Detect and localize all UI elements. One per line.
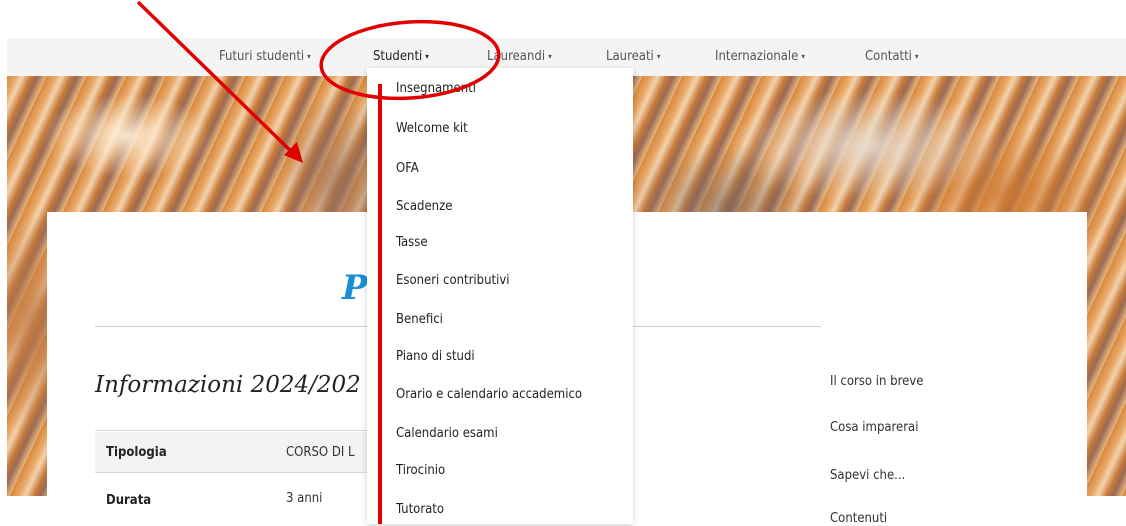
menu-item-tasse[interactable]: Tasse	[396, 235, 428, 250]
top-band	[0, 0, 1126, 38]
nav-label: Futuri studenti	[219, 49, 305, 64]
nav-label: Contatti	[865, 49, 912, 64]
menu-item-tirocinio[interactable]: Tirocinio	[396, 463, 445, 478]
nav-contatti[interactable]: Contatti ▾	[865, 38, 919, 76]
info-divider	[95, 472, 395, 473]
nav-label: Laureandi	[487, 49, 546, 64]
annotation-vertical-bar	[378, 84, 382, 524]
menu-item-scadenze[interactable]: Scadenze	[396, 199, 452, 214]
menu-item-benefici[interactable]: Benefici	[396, 312, 443, 327]
page-title: P	[342, 268, 368, 308]
menu-item-piano-di-studi[interactable]: Piano di studi	[396, 349, 475, 364]
info-value-tipologia: CORSO DI L	[286, 445, 355, 460]
side-link-corso-in-breve[interactable]: Il corso in breve	[830, 374, 923, 389]
chevron-down-icon: ▾	[656, 52, 661, 61]
menu-item-ofa[interactable]: OFA	[396, 161, 419, 176]
chevron-down-icon: ▾	[425, 52, 429, 61]
menu-item-insegnamenti[interactable]: Insegnamenti	[396, 81, 476, 96]
menu-item-calendario-esami[interactable]: Calendario esami	[396, 426, 498, 441]
chevron-down-icon: ▾	[914, 52, 919, 61]
menu-item-welcome-kit[interactable]: Welcome kit	[396, 121, 468, 136]
chevron-down-icon: ▾	[548, 52, 552, 61]
info-value-durata: 3 anni	[286, 491, 323, 506]
nav-futuri-studenti[interactable]: Futuri studenti ▾	[219, 38, 311, 76]
menu-item-tutorato[interactable]: Tutorato	[396, 502, 444, 517]
studenti-dropdown-menu: Insegnamenti Welcome kit OFA Scadenze Ta…	[367, 68, 633, 524]
side-link-cosa-imparerai[interactable]: Cosa imparerai	[830, 420, 918, 435]
section-title: Informazioni 2024/202	[95, 372, 361, 398]
info-label-durata: Durata	[106, 493, 152, 508]
menu-item-esoneri-contributivi[interactable]: Esoneri contributivi	[396, 273, 510, 288]
nav-label: Laureati	[606, 49, 654, 64]
chevron-down-icon: ▾	[801, 52, 805, 61]
info-divider	[95, 430, 395, 431]
side-link-sapevi-che[interactable]: Sapevi che...	[830, 468, 905, 483]
nav-label: Studenti	[373, 49, 423, 64]
nav-internazionale[interactable]: Internazionale ▾	[715, 38, 805, 76]
chevron-down-icon: ▾	[307, 52, 311, 61]
info-label-tipologia: Tipologia	[106, 445, 167, 460]
menu-item-orario-calendario[interactable]: Orario e calendario accademico	[396, 387, 582, 402]
nav-label: Internazionale	[715, 49, 799, 64]
